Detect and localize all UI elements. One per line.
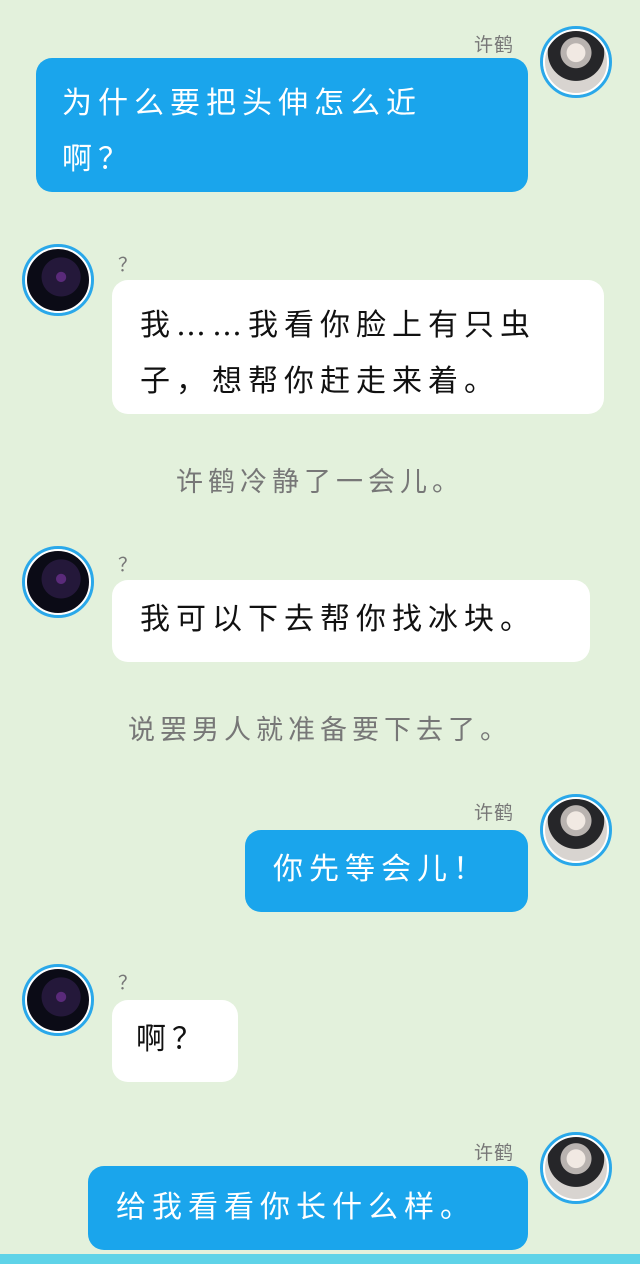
message-bubble-left: 啊？ — [112, 1000, 238, 1082]
message-text: 我可以下去帮你找冰块。 — [140, 602, 536, 637]
dark-avatar[interactable] — [22, 546, 94, 618]
sender-name: 许鹤 — [474, 34, 515, 56]
narration-text: 说罢男人就准备要下去了。 — [128, 715, 512, 746]
message-bubble-left: 我……我看你脸上有只虫 子，想帮你赶走来着。 — [112, 280, 604, 414]
sender-name: 许鹤 — [474, 802, 515, 824]
hero-avatar[interactable] — [540, 26, 612, 98]
sender-name: ？ — [118, 972, 139, 994]
sender-name: ？ — [118, 554, 139, 576]
message-text: 我……我看你脸上有只虫 子，想帮你赶走来着。 — [140, 308, 536, 399]
message-bubble-left: 我可以下去帮你找冰块。 — [112, 580, 590, 662]
message-bubble-right: 为什么要把头伸怎么近 啊？ — [36, 58, 528, 192]
message-text: 你先等会儿！ — [273, 852, 489, 887]
message-text: 给我看看你长什么样。 — [116, 1190, 476, 1225]
bottom-accent-bar — [0, 1254, 640, 1264]
dark-avatar[interactable] — [22, 964, 94, 1036]
hero-avatar[interactable] — [540, 794, 612, 866]
message-bubble-right: 你先等会儿！ — [245, 830, 528, 912]
message-text: 为什么要把头伸怎么近 啊？ — [62, 86, 422, 177]
dark-avatar[interactable] — [22, 244, 94, 316]
chat-thread: 许鹤 为什么要把头伸怎么近 啊？ ？ 我……我看你脸上有只虫 子，想帮你赶走来着… — [0, 0, 640, 1264]
sender-name: 许鹤 — [474, 1142, 515, 1164]
message-bubble-right: 给我看看你长什么样。 — [88, 1166, 528, 1250]
message-text: 啊？ — [136, 1022, 208, 1057]
narration-text: 许鹤冷静了一会儿。 — [176, 467, 464, 498]
hero-avatar[interactable] — [540, 1132, 612, 1204]
sender-name: ？ — [118, 254, 139, 276]
